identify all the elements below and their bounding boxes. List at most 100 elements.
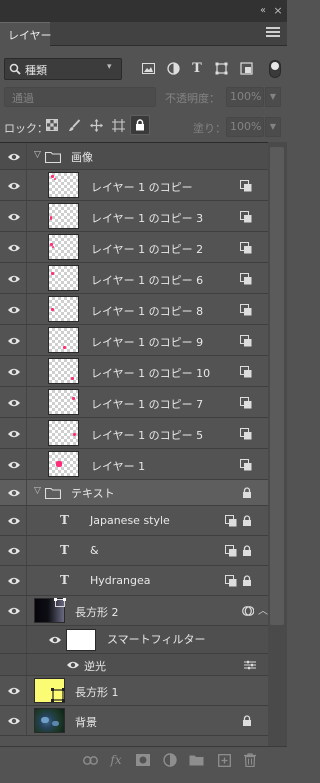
lock-icon [243, 515, 251, 526]
layer-name: 長方形 2 [75, 606, 119, 619]
layer-thumbnail [48, 296, 79, 322]
layer-row-copy-2[interactable]: レイヤー 1 のコピー 2 [0, 232, 268, 263]
smart-object-icon [225, 545, 237, 557]
layer-name: レイヤー 1 のコピー 3 [91, 212, 204, 225]
layer-name: 逆光 [84, 660, 106, 673]
eye-icon[interactable] [7, 716, 21, 726]
panel-menu-icon[interactable] [266, 27, 280, 39]
layer-row-copy-10[interactable]: レイヤー 1 のコピー 10 [0, 356, 268, 387]
smart-object-icon [240, 459, 252, 471]
eye-icon[interactable] [7, 686, 21, 696]
eye-icon[interactable] [7, 398, 21, 408]
chevron-down-icon[interactable]: ▽ [34, 150, 41, 160]
lock-image-pixels-icon[interactable] [66, 117, 82, 133]
layer-name: レイヤー 1 のコピー 10 [91, 367, 211, 380]
eye-icon[interactable] [7, 181, 21, 191]
layer-row-background[interactable]: 背景 [0, 706, 268, 736]
layer-thumbnail [48, 327, 79, 353]
eye-icon[interactable] [7, 336, 21, 346]
eye-icon[interactable] [7, 606, 21, 616]
smart-object-icon [225, 515, 237, 527]
filter-smart-object-icon[interactable] [238, 60, 254, 76]
eye-icon[interactable] [7, 546, 21, 556]
layer-group-text[interactable]: ▽ テキスト [0, 480, 268, 506]
filter-adjustment-icon[interactable] [165, 60, 181, 76]
close-panel-icon[interactable]: × [271, 4, 285, 18]
layer-row-copy-8[interactable]: レイヤー 1 のコピー 8 [0, 294, 268, 325]
layer-row-layer-1[interactable]: レイヤー 1 [0, 449, 268, 480]
layer-thumbnail [48, 358, 79, 384]
lock-transparent-pixels-icon[interactable] [44, 117, 60, 133]
eye-icon[interactable] [7, 152, 21, 162]
fill-label: 塗り： [193, 122, 226, 135]
opacity-dropdown-button[interactable]: ▼ [265, 87, 281, 107]
search-icon [9, 63, 21, 75]
lock-all-icon[interactable] [130, 115, 150, 135]
lock-icon [243, 487, 251, 498]
eye-icon[interactable] [7, 488, 21, 498]
smart-filter-row[interactable]: スマートフィルター [0, 626, 268, 654]
layer-row-japanese-style[interactable]: T Japanese style [0, 506, 268, 536]
layer-thumbnail [48, 389, 79, 415]
eye-icon[interactable] [7, 274, 21, 284]
filter-blending-options-icon[interactable] [244, 660, 256, 670]
eye-icon[interactable] [7, 305, 21, 315]
eye-icon[interactable] [7, 367, 21, 377]
chevron-down-icon[interactable]: ▽ [34, 486, 41, 496]
eye-icon[interactable] [7, 212, 21, 222]
layer-name: レイヤー 1 のコピー 8 [91, 305, 204, 318]
filter-pixel-icon[interactable] [140, 60, 156, 76]
filter-type-icon[interactable]: T [189, 60, 205, 76]
layer-row-copy-6[interactable]: レイヤー 1 のコピー 6 [0, 263, 268, 294]
folder-icon [45, 487, 61, 499]
eye-icon[interactable] [7, 243, 21, 253]
text-layer-icon: T [60, 543, 69, 557]
eye-icon[interactable] [66, 660, 80, 670]
layer-name: レイヤー 1 のコピー [91, 181, 193, 194]
smart-object-icon [225, 575, 237, 587]
link-icon[interactable] [82, 752, 98, 768]
layer-row-copy-0[interactable]: レイヤー 1 のコピー [0, 170, 268, 201]
layer-row-rect-2[interactable]: 長方形 2 ︿ [0, 596, 268, 626]
lock-artboard-icon[interactable] [110, 117, 126, 133]
layer-list: ▽ 画像 レイヤー 1 のコピー レイヤー 1 のコピー 3 レイヤー 1 のコ… [0, 142, 287, 746]
filter-shape-icon[interactable] [213, 60, 229, 76]
new-layer-icon[interactable] [216, 752, 232, 768]
filter-kind-select[interactable] [4, 58, 122, 80]
trash-icon[interactable] [242, 752, 258, 768]
layer-row-hydrangea[interactable]: T Hydrangea [0, 566, 268, 596]
fx-icon[interactable]: fx [108, 752, 124, 768]
layer-row-rect-1[interactable]: 長方形 1 [0, 676, 268, 706]
collapse-panel-icon[interactable]: ‹‹ [255, 4, 269, 18]
chevron-up-icon[interactable]: ︿ [258, 602, 268, 617]
eye-icon[interactable] [7, 460, 21, 470]
layer-name: Hydrangea [90, 574, 151, 587]
layer-row-copy-3[interactable]: レイヤー 1 のコピー 3 [0, 201, 268, 232]
filter-toggle-switch[interactable] [269, 60, 281, 78]
fill-dropdown-button[interactable]: ▼ [265, 117, 281, 137]
scrollbar-thumb[interactable] [270, 147, 284, 625]
adjustment-icon[interactable] [162, 752, 178, 768]
mask-icon[interactable] [135, 752, 151, 768]
lock-position-icon[interactable] [88, 117, 104, 133]
folder-icon [45, 151, 61, 163]
layer-row-copy-7[interactable]: レイヤー 1 のコピー 7 [0, 387, 268, 418]
new-group-icon[interactable] [188, 752, 204, 768]
eye-icon[interactable] [7, 429, 21, 439]
smart-object-icon [240, 242, 252, 254]
layer-row-copy-5[interactable]: レイヤー 1 のコピー 5 [0, 418, 268, 449]
eye-icon[interactable] [7, 576, 21, 586]
layer-thumbnail [34, 598, 66, 623]
layer-group-images[interactable]: ▽ 画像 [0, 143, 268, 170]
smart-object-icon [240, 335, 252, 347]
layer-name: テキスト [71, 487, 115, 500]
text-layer-icon: T [60, 513, 69, 527]
layer-name: 画像 [71, 151, 93, 164]
layer-row-copy-9[interactable]: レイヤー 1 のコピー 9 [0, 325, 268, 356]
chevron-down-icon: ▾ [107, 62, 112, 72]
eye-icon[interactable] [7, 516, 21, 526]
filter-row-backlight[interactable]: 逆光 [0, 654, 268, 676]
layer-row-ampersand[interactable]: T & [0, 536, 268, 566]
layer-thumbnail [48, 265, 79, 291]
eye-icon[interactable] [48, 635, 62, 645]
